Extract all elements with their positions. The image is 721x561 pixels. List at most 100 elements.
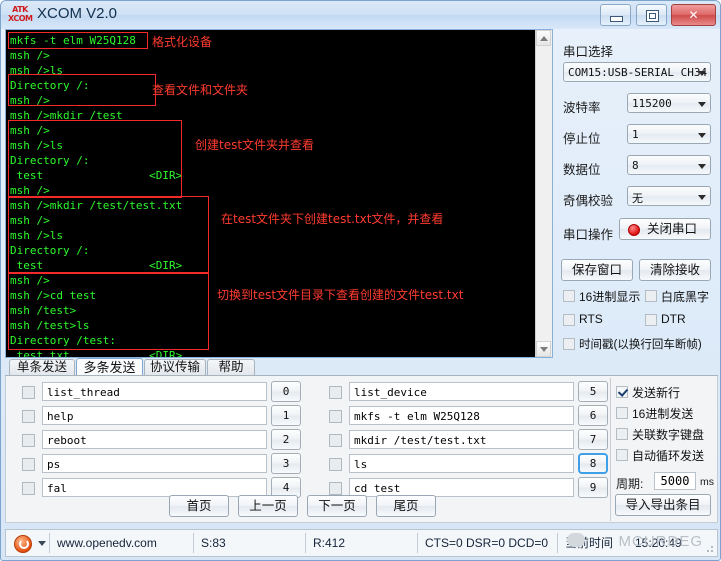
clear-receive-button[interactable]: 清除接收 [639,259,711,281]
send-row-checkbox[interactable] [329,434,342,447]
send-option-label: 自动循环发送 [632,449,705,463]
send-option-label: 关联数字键盘 [632,428,705,442]
port-select-value: COM15:USB-SERIAL CH34 [568,66,708,79]
send-row-button[interactable]: 7 [578,429,608,450]
period-unit-label: ms [700,476,714,488]
maximize-button[interactable] [635,4,667,26]
period-label: 周期: [616,477,644,491]
scroll-up-button[interactable] [536,30,551,46]
resize-grip-icon[interactable] [704,543,714,553]
baudrate-combo[interactable]: 115200 [627,93,711,113]
send-option-checkbox[interactable] [616,386,628,398]
send-row-input[interactable]: reboot [42,430,267,449]
send-row-checkbox[interactable] [22,458,35,471]
chevron-up-icon [540,36,548,41]
stopbits-value: 1 [632,128,639,141]
window-title: XCOM V2.0 [37,5,118,22]
tab-single-send[interactable]: 单条发送 [9,359,75,376]
send-row-input[interactable]: ls [349,454,574,473]
databits-value: 8 [632,159,639,172]
checkbox-rts-label: RTS [579,312,603,326]
checkbox-timestamp-label: 时间戳(以换行回车断帧) [579,339,702,351]
close-button[interactable]: ✕ [671,4,716,26]
serial-settings-panel: 串口选择 COM15:USB-SERIAL CH34 波特率 115200 停止… [557,29,718,358]
port-select-label: 串口选择 [563,45,614,59]
chevron-down-icon[interactable] [38,541,46,546]
annotation-box-3 [8,120,182,198]
period-input[interactable]: 5000 [654,472,696,490]
send-row-button[interactable]: 5 [578,381,608,402]
tab-help[interactable]: 帮助 [207,359,255,376]
send-option-checkbox[interactable] [616,428,628,440]
close-icon: ✕ [688,8,699,22]
send-option-checkbox[interactable] [616,449,628,461]
checkbox-white-background-label: 白底黑字 [661,290,710,304]
prev-page-button[interactable]: 上一页 [238,495,298,517]
annotation-box-4 [8,196,209,274]
send-row-checkbox[interactable] [22,482,35,495]
terminal-output[interactable]: mkfs -t elm W25Q128 msh /> msh />ls Dire… [6,30,536,357]
send-row-checkbox[interactable] [22,434,35,447]
send-row-input[interactable]: fal [42,478,267,497]
parity-value: 无 [632,192,643,205]
send-row-button[interactable]: 3 [271,453,301,474]
parity-combo[interactable]: 无 [627,186,711,206]
terminal-scrollbar[interactable] [535,30,552,357]
send-row-button[interactable]: 9 [578,477,608,498]
app-logo-line2: XCOM [8,14,33,23]
send-row-input[interactable]: list_device [349,382,574,401]
chevron-down-icon [698,102,706,107]
send-row-button[interactable]: 0 [271,381,301,402]
send-row-checkbox[interactable] [329,482,342,495]
send-row-button[interactable]: 6 [578,405,608,426]
send-option-checkbox[interactable] [616,407,628,419]
tab-protocol[interactable]: 协议传输 [144,359,206,376]
stopbits-combo[interactable]: 1 [627,124,711,144]
checkbox-rts[interactable] [563,314,575,326]
send-row-checkbox[interactable] [329,410,342,423]
import-export-button[interactable]: 导入导出条目 [615,494,711,516]
checkbox-dtr[interactable] [645,314,657,326]
send-row-input[interactable]: list_thread [42,382,267,401]
status-received: R:412 [313,536,346,550]
send-option-label: 16进制发送 [632,407,694,421]
checkbox-hex-display[interactable] [563,290,575,302]
send-row-input[interactable]: mkfs -t elm W25Q128 [349,406,574,425]
openedv-logo-icon[interactable] [14,535,32,553]
send-row-input[interactable]: mkdir /test/test.txt [349,430,574,449]
save-window-button[interactable]: 保存窗口 [561,259,633,281]
toggle-port-label: 关闭串口 [646,222,697,236]
chevron-down-icon [698,195,706,200]
checkbox-white-background[interactable] [645,290,657,302]
scroll-down-button[interactable] [536,341,551,357]
send-row-input[interactable]: help [42,406,267,425]
send-row-checkbox[interactable] [22,410,35,423]
next-page-button[interactable]: 下一页 [307,495,367,517]
minimize-button[interactable] [600,4,632,26]
send-row-button[interactable]: 8 [578,453,608,474]
status-bar: www.openedv.com S:83 R:412 CTS=0 DSR=0 D… [5,529,718,557]
status-site[interactable]: www.openedv.com [50,530,175,556]
chevron-down-icon [698,133,706,138]
databits-combo[interactable]: 8 [627,155,711,175]
send-row-checkbox[interactable] [22,386,35,399]
last-page-button[interactable]: 尾页 [376,495,436,517]
send-row-checkbox[interactable] [329,458,342,471]
toggle-port-button[interactable]: 关闭串口 [619,218,711,240]
title-bar: ATK XCOM XCOM V2.0 ✕ [1,1,720,29]
send-row-button[interactable]: 1 [271,405,301,426]
app-logo-icon: ATK XCOM [8,5,33,25]
status-time-value: 15:20:49 [635,536,682,550]
annotation-box-2 [8,74,156,106]
minimize-icon [610,16,624,22]
annotation-label-1: 格式化设备 [152,35,213,49]
send-option-label: 发送新行 [632,386,681,400]
checkbox-hex-display-label: 16进制显示 [579,290,641,304]
first-page-button[interactable]: 首页 [169,495,229,517]
send-row-button[interactable]: 2 [271,429,301,450]
checkbox-timestamp[interactable] [563,338,575,350]
port-select-combo[interactable]: COM15:USB-SERIAL CH34 [563,62,711,82]
app-window: ATK XCOM XCOM V2.0 ✕ mkfs -t elm W25Q128… [0,0,721,561]
send-row-input[interactable]: ps [42,454,267,473]
send-row-checkbox[interactable] [329,386,342,399]
